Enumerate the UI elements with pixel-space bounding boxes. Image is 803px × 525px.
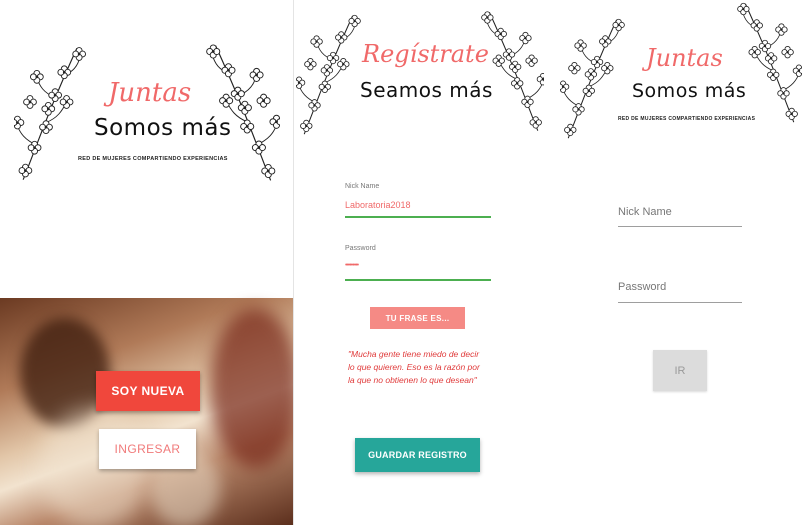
password-underline xyxy=(618,302,742,303)
register-screen: Regístrate Seamos más Nick Name Laborato… xyxy=(296,0,544,525)
soy-nueva-button[interactable]: SOY NUEVA xyxy=(96,371,200,411)
password-input[interactable]: Password xyxy=(618,281,666,293)
tu-frase-button[interactable]: TU FRASE ES... xyxy=(370,307,465,329)
welcome-screen: Juntas Somos más RED DE MUJERES COMPARTI… xyxy=(0,0,294,525)
password-field[interactable]: ••••••••• xyxy=(345,262,359,269)
nick-underline xyxy=(618,226,742,227)
phrase-quote: "Mucha gente tiene miedo de decir lo que… xyxy=(348,349,480,385)
login-screen: Juntas Somos más RED DE MUJERES COMPARTI… xyxy=(548,0,803,525)
register-title-main: Seamos más xyxy=(360,78,493,102)
hero-photo xyxy=(0,298,293,525)
logo-script: Juntas xyxy=(646,44,723,72)
password-label: Password xyxy=(345,245,376,252)
logo-main: Somos más xyxy=(632,80,747,102)
nick-label: Nick Name xyxy=(345,183,380,190)
flower-branch-icon xyxy=(14,24,94,204)
flower-branch-icon xyxy=(198,18,280,208)
register-title-script: Regístrate xyxy=(362,40,489,68)
ingresar-button[interactable]: INGRESAR xyxy=(99,429,196,469)
logo-script: Juntas xyxy=(108,78,192,108)
password-underline xyxy=(345,279,491,281)
logo-main: Somos más xyxy=(94,115,232,141)
guardar-registro-button[interactable]: GUARDAR REGISTRO xyxy=(355,438,480,472)
tagline: RED DE MUJERES COMPARTIENDO EXPERIENCIAS xyxy=(78,156,228,162)
tagline: RED DE MUJERES COMPARTIENDO EXPERIENCIAS xyxy=(618,116,756,122)
nick-name-input[interactable]: Nick Name xyxy=(618,206,672,218)
nick-field[interactable]: Laboratoria2018 xyxy=(345,200,411,210)
flower-branch-icon xyxy=(296,0,368,160)
nick-underline xyxy=(345,216,491,218)
flower-branch-icon xyxy=(560,0,632,164)
ir-button[interactable]: IR xyxy=(653,350,707,391)
